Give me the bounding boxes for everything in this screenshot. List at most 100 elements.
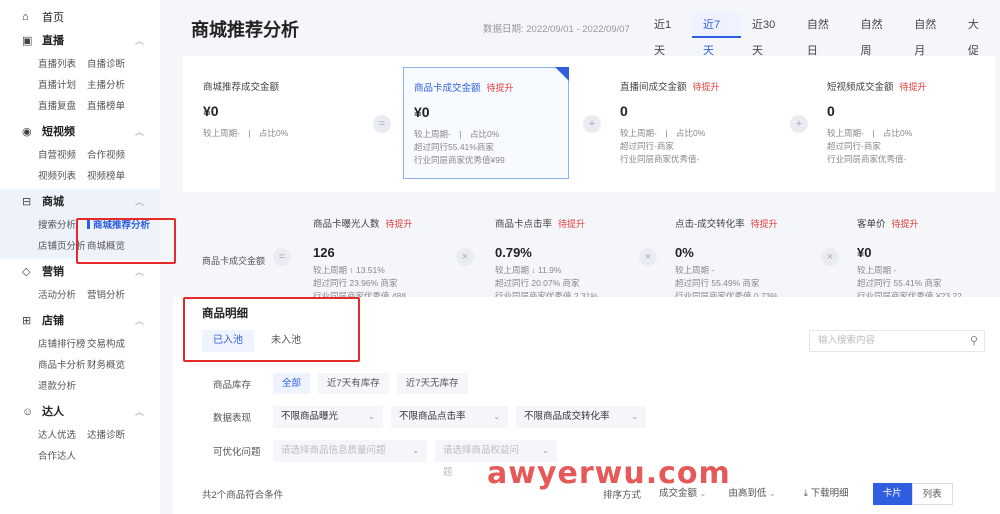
metric-label: 客单价	[857, 219, 886, 230]
performance-filter-select[interactable]: 不限商品点击率 ⌄	[391, 406, 508, 428]
search-icon: ⚲	[969, 335, 978, 347]
stock-filter-chip[interactable]: 近7天无库存	[396, 373, 468, 394]
metrics-breakdown: 商品卡成交金额 商品卡曝光人数 待提升 126 较上周期 ↑ 13.51% 超过同行 2…	[173, 204, 1000, 303]
equals-icon: =	[373, 115, 391, 133]
metric-tag: 待提升	[891, 219, 919, 229]
plus-icon: +	[583, 115, 601, 133]
sidebar-item[interactable]: 店铺排行榜	[38, 336, 87, 350]
metric-subline: 较上周期 ↓ 11.9%	[495, 265, 562, 275]
sidebar-item[interactable]: 自营视频	[38, 147, 87, 161]
metric-subline: 较上周期- | 占比0%	[620, 128, 706, 138]
period-tab[interactable]: 自然日	[796, 12, 850, 57]
sidebar-item[interactable]: 活动分析	[38, 287, 87, 301]
sidebar-item[interactable]: 合作视频	[87, 147, 136, 161]
sidebar-item[interactable]: 营销分析	[87, 287, 136, 301]
period-tab[interactable]: 近7天	[692, 12, 741, 57]
view-list-button[interactable]: 列表	[911, 483, 953, 505]
period-tab[interactable]: 近1天	[643, 12, 692, 57]
sidebar-row: 直播复盘 直播榜单	[38, 94, 160, 115]
metric-card[interactable]: 商品卡成交金额 待提升 ¥0 较上周期- | 占比0% 超过同行55.41%商家 行业同层…	[403, 67, 569, 179]
sidebar-home[interactable]: ⌂ 首页	[0, 6, 160, 28]
breakdown-metric[interactable]: 商品卡曝光人数 待提升 126 较上周期 ↑ 13.51% 超过同行 23.96% 商家…	[313, 214, 478, 303]
sidebar-item[interactable]: 直播计划	[38, 77, 87, 91]
download-button[interactable]: ⤓ 下载明细	[794, 483, 859, 505]
metric-card[interactable]: 短视频成交金额 待提升 0 较上周期- | 占比0% 超过同行-商家 行业同层商家优秀值-	[817, 67, 983, 179]
sidebar-row: 店铺排行榜 交易构成	[38, 332, 160, 353]
chevron-down-icon: ⌄	[631, 412, 638, 421]
metric-label: 商城推荐成交金额	[203, 82, 280, 93]
metric-subline: 超过同行55.41%商家	[414, 142, 494, 152]
sidebar-row: 活动分析 营销分析	[38, 283, 160, 304]
period-tab[interactable]: 大促	[957, 12, 1000, 57]
sidebar-section-header[interactable]: ⊞ 店铺 ︿	[0, 308, 160, 332]
breakdown-metric[interactable]: 商品卡点击率 待提升 0.79% 较上周期 ↓ 11.9% 超过同行 20.07% 商家…	[495, 214, 660, 303]
metric-value: 126	[313, 245, 335, 260]
sidebar-row: 视频列表 视频榜单	[38, 164, 160, 185]
breakdown-metric[interactable]: 点击-成交转化率 待提升 0% 较上周期 - 超过同行 55.49% 商家 行业同层商家优…	[675, 214, 840, 303]
sort-order-select[interactable]: 由高到低 ⌄	[724, 483, 779, 505]
detail-tab[interactable]: 未入池	[260, 330, 312, 352]
metric-subline: 行业同层商家优秀值¥99	[414, 155, 505, 165]
chevron-up-icon: ︿	[134, 266, 144, 277]
optimize-filter-select[interactable]: 请选择商品信息质量问题 ⌄	[273, 440, 427, 462]
sidebar-section-header[interactable]: ◉ 短视频 ︿	[0, 119, 160, 143]
chevron-up-icon: ︿	[134, 126, 144, 137]
sidebar-section-header[interactable]: ⊟ 商城 ︿	[0, 189, 160, 213]
detail-tab[interactable]: 已入池	[202, 330, 254, 352]
home-icon: ⌂	[22, 11, 29, 23]
sidebar-item[interactable]: 直播复盘	[38, 98, 87, 112]
metric-value: 0.79%	[495, 245, 532, 260]
period-tab[interactable]: 近30天	[741, 12, 796, 57]
performance-filter-select[interactable]: 不限商品成交转化率 ⌄	[516, 406, 646, 428]
sidebar-section: ⊞ 店铺 ︿ 店铺排行榜 交易构成 商品卡分析 财务概览 退款分析	[0, 308, 160, 399]
chevron-up-icon: ︿	[134, 315, 144, 326]
metric-tag: 待提升	[558, 219, 586, 229]
metric-card[interactable]: 商城推荐成交金额 ¥0 较上周期- | 占比0%	[193, 67, 359, 179]
sidebar-item[interactable]: 视频榜单	[87, 168, 136, 182]
sidebar-section: ◇ 营销 ︿ 活动分析 营销分析	[0, 259, 160, 308]
sidebar-item[interactable]: 自播诊断	[87, 56, 136, 70]
chevron-up-icon: ︿	[134, 35, 144, 46]
breakdown-label: 商品卡成交金额	[202, 256, 266, 266]
sidebar-row: 退款分析	[38, 374, 160, 395]
chevron-down-icon: ⌄	[769, 489, 776, 498]
search-input[interactable]: 输入搜索内容 ⚲	[809, 330, 985, 352]
metric-label: 商品卡曝光人数	[313, 219, 380, 230]
stock-filter-chip[interactable]: 近7天有库存	[318, 373, 389, 394]
metric-card[interactable]: 直播间成交金额 待提升 0 较上周期- | 占比0% 超过同行-商家 行业同层商家优秀值-	[610, 67, 776, 179]
filter-label: 可优化问题	[213, 447, 261, 458]
sidebar-item[interactable]: 视频列表	[38, 168, 87, 182]
metric-subline: 较上周期 ↑ 13.51%	[313, 265, 385, 275]
performance-filter-select[interactable]: 不限商品曝光 ⌄	[273, 406, 383, 428]
sidebar-section-header[interactable]: ▣ 直播 ︿	[0, 28, 160, 52]
period-tab[interactable]: 自然周	[850, 12, 904, 57]
sidebar-item[interactable]: 商品卡分析	[38, 357, 87, 371]
metric-subline: 超过同行-商家	[620, 141, 674, 151]
store-icon: ⊞	[22, 315, 32, 327]
sidebar-item[interactable]: 财务概览	[87, 357, 136, 371]
sidebar-item[interactable]: 主播分析	[87, 77, 136, 91]
metric-subline: 较上周期 -	[675, 265, 715, 275]
period-tabs: 近1天 近7天 近30天 自然日 自然周 自然月 大促	[643, 12, 1000, 57]
metric-label: 直播间成交金额	[620, 82, 687, 93]
sidebar-item[interactable]: 退款分析	[38, 378, 87, 392]
metric-label: 短视频成交金额	[827, 82, 894, 93]
breakdown-metric[interactable]: 客单价 待提升 ¥0 较上周期 - 超过同行 55.41% 商家 行业同层商家优秀值 ¥2…	[857, 214, 1000, 303]
filter-row-performance: 数据表现 不限商品曝光 ⌄ 不限商品点击率 ⌄ 不限商品成交转化率 ⌄	[213, 406, 654, 428]
multiply-icon: ×	[456, 248, 474, 266]
metric-value: ¥0	[414, 104, 430, 120]
sidebar-item[interactable]: 直播列表	[38, 56, 87, 70]
equals-icon: =	[273, 248, 291, 266]
sidebar-item[interactable]: 直播榜单	[87, 98, 136, 112]
period-tab[interactable]: 自然月	[903, 12, 957, 57]
sidebar-item[interactable]: 交易构成	[87, 336, 136, 350]
sidebar-item[interactable]: 达播诊断	[87, 427, 136, 441]
metric-subline: 行业同层商家优秀值-	[620, 154, 700, 164]
view-card-button[interactable]: 卡片	[872, 483, 912, 505]
marketing-icon: ◇	[22, 266, 31, 278]
chevron-down-icon: ⌄	[493, 412, 500, 421]
stock-filter-chip[interactable]: 全部	[273, 373, 311, 394]
sidebar-section-header[interactable]: ☺ 达人 ︿	[0, 399, 160, 423]
sidebar-item[interactable]: 达人优选	[38, 427, 87, 441]
sidebar-item[interactable]: 合作达人	[38, 448, 87, 462]
